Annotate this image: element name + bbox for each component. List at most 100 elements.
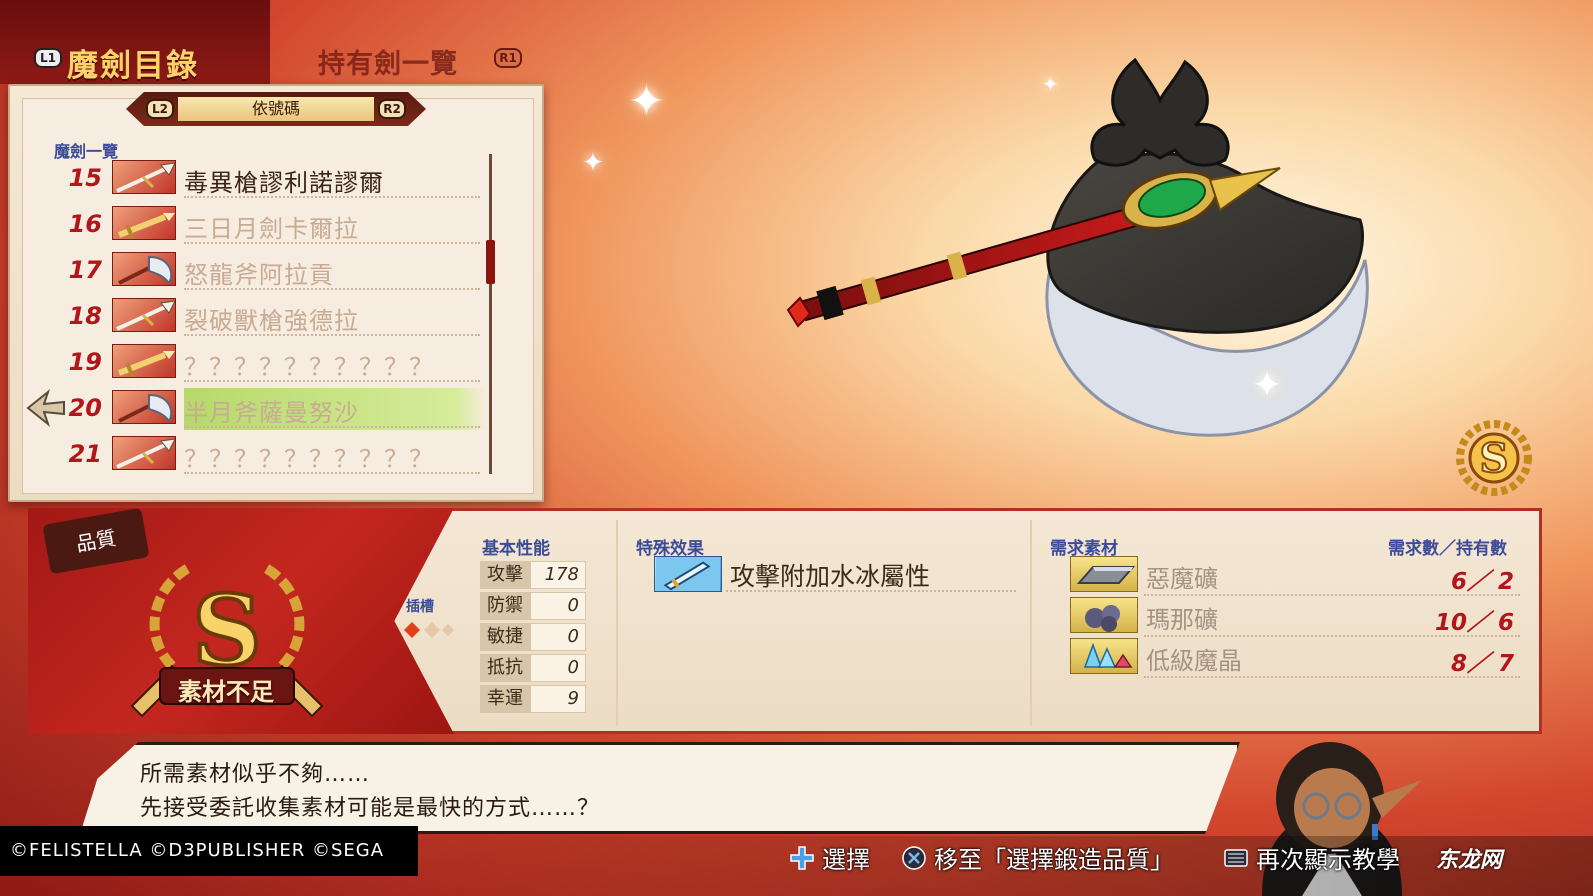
material-count: 10／ 6 xyxy=(1434,610,1514,636)
ice-sword-effect-icon xyxy=(654,556,722,592)
half-moon-axe-image xyxy=(786,57,1369,437)
slot-diamond-icon xyxy=(404,622,454,638)
stat-value: 0 xyxy=(530,654,586,682)
stat-row: 攻擊 178 xyxy=(480,561,586,589)
hint-select: 選擇 xyxy=(822,846,870,874)
material-row[interactable]: 惡魔礦 6／ 2 xyxy=(1070,556,1520,596)
sword-list-item[interactable]: 17 怒龍斧阿拉貢 xyxy=(60,250,480,290)
crystal-icon xyxy=(1070,638,1138,674)
sword-number: 21 xyxy=(68,440,102,468)
row-underline xyxy=(184,380,480,382)
tab-owned-swords[interactable]: 持有劍一覽 xyxy=(318,42,458,81)
sword-name: 半月斧薩曼努沙 xyxy=(184,399,359,427)
r2-button-icon[interactable]: R2 xyxy=(378,99,406,119)
sort-label[interactable]: 依號碼 xyxy=(178,97,374,121)
slot-label: 插槽 xyxy=(406,599,434,615)
sword-name: 裂破獸槍強德拉 xyxy=(184,307,359,335)
sparkle-icon: ✦ xyxy=(1042,72,1059,96)
material-row[interactable]: 瑪那礦 10／ 6 xyxy=(1070,597,1520,637)
sword-number: 17 xyxy=(68,256,102,284)
special-effect-text: 攻擊附加水冰屬性 xyxy=(730,562,931,591)
sword-number: 16 xyxy=(68,210,102,238)
dpad-icon xyxy=(790,846,814,870)
stat-row: 防禦 0 xyxy=(480,592,586,620)
selection-cursor-icon xyxy=(26,389,65,427)
sword-number: 18 xyxy=(68,302,102,330)
sparkle-icon: ✦ xyxy=(582,148,604,178)
sparkle-icon: ✦ xyxy=(628,76,665,127)
stat-label: 防禦 xyxy=(480,592,530,620)
sword-list-item[interactable]: 15 毒異槍謬利諾謬爾 xyxy=(60,158,480,198)
material-name: 低級魔晶 xyxy=(1146,647,1242,675)
stat-value: 9 xyxy=(530,685,586,713)
axe-icon xyxy=(112,252,176,286)
sword-name: 三日月劍卡爾拉 xyxy=(184,215,359,243)
ingot-icon xyxy=(1070,556,1138,592)
sword-name: ？？？？？？？？？？ xyxy=(184,445,434,473)
basic-stats-title: 基本性能 xyxy=(482,539,550,559)
effect-underline xyxy=(726,590,1016,592)
sword-name: 怒龍斧阿拉貢 xyxy=(184,261,334,289)
stat-label: 幸運 xyxy=(480,685,530,713)
row-underline xyxy=(184,334,480,336)
sword-list-item[interactable]: 16 三日月劍卡爾拉 xyxy=(60,204,480,244)
list-scrollbar-thumb[interactable] xyxy=(486,240,495,284)
sword-number: 15 xyxy=(68,164,102,192)
axe-icon xyxy=(112,390,176,424)
row-underline xyxy=(184,196,480,198)
ore-icon xyxy=(1070,597,1138,633)
material-name: 惡魔礦 xyxy=(1146,565,1218,593)
sword-icon xyxy=(112,344,176,378)
row-underline xyxy=(184,242,480,244)
tab-sword-catalog[interactable]: 魔劍目錄 xyxy=(67,40,199,85)
rank-s-emblem-small-icon: S xyxy=(1456,420,1532,496)
hint-show-tutorial: 再次顯示教學 xyxy=(1256,846,1400,874)
material-row[interactable]: 低級魔晶 8／ 7 xyxy=(1070,638,1520,678)
row-underline xyxy=(1144,635,1520,637)
stat-label: 攻擊 xyxy=(480,561,530,589)
sword-icon xyxy=(112,206,176,240)
sword-list-item[interactable]: 18 裂破獸槍強德拉 xyxy=(60,296,480,336)
sword-name: 毒異槍謬利諾謬爾 xyxy=(184,169,384,197)
stat-row: 敏捷 0 xyxy=(480,623,586,651)
l2-button-icon[interactable]: L2 xyxy=(146,99,174,119)
sword-list-item[interactable]: 20 半月斧薩曼努沙 xyxy=(60,388,486,430)
dialogue-line-1: 所需素材似乎不夠…… xyxy=(140,762,371,787)
sword-list-item[interactable]: 21 ？？？？？？？？？？ xyxy=(60,434,480,474)
row-underline xyxy=(1144,594,1520,596)
stat-value: 0 xyxy=(530,592,586,620)
svg-text:S: S xyxy=(1480,435,1509,482)
cross-button-icon xyxy=(902,846,926,870)
sparkle-icon: ✦ xyxy=(1252,365,1283,406)
row-underline xyxy=(184,472,480,474)
spear-icon xyxy=(112,298,176,332)
material-count: 6／ 2 xyxy=(1450,569,1514,595)
row-underline xyxy=(184,288,480,290)
material-shortage-label: 素材不足 xyxy=(178,678,274,706)
l1-button-icon[interactable]: L1 xyxy=(34,48,62,68)
stat-value: 178 xyxy=(530,561,586,589)
hint-move-to-quality: 移至「選擇鍛造品質」 xyxy=(934,846,1174,874)
row-underline xyxy=(184,426,480,428)
site-watermark: 东龙网 xyxy=(1436,848,1503,873)
sword-name: ？？？？？？？？？？ xyxy=(184,353,434,381)
sword-number: 19 xyxy=(68,348,102,376)
sword-list-item[interactable]: 19 ？？？？？？？？？？ xyxy=(60,342,480,382)
material-count: 8／ 7 xyxy=(1450,651,1514,677)
material-name: 瑪那礦 xyxy=(1146,606,1218,634)
spear-icon xyxy=(112,160,176,194)
touchpad-button-icon xyxy=(1224,849,1248,867)
spear-icon xyxy=(112,436,176,470)
stat-value: 0 xyxy=(530,623,586,651)
stat-label: 抵抗 xyxy=(480,654,530,682)
copyright-notice: ©FELISTELLA ©D3PUBLISHER ©SEGA xyxy=(0,826,418,876)
divider xyxy=(1030,520,1032,726)
dialogue-line-2: 先接受委託收集素材可能是最快的方式……？ xyxy=(140,796,601,821)
r1-button-icon[interactable]: R1 xyxy=(494,48,522,68)
stat-label: 敏捷 xyxy=(480,623,530,651)
list-scrollbar[interactable] xyxy=(489,154,492,474)
stat-row: 抵抗 0 xyxy=(480,654,586,682)
stat-row: 幸運 9 xyxy=(480,685,586,713)
divider xyxy=(616,520,618,726)
row-underline xyxy=(1144,676,1520,678)
